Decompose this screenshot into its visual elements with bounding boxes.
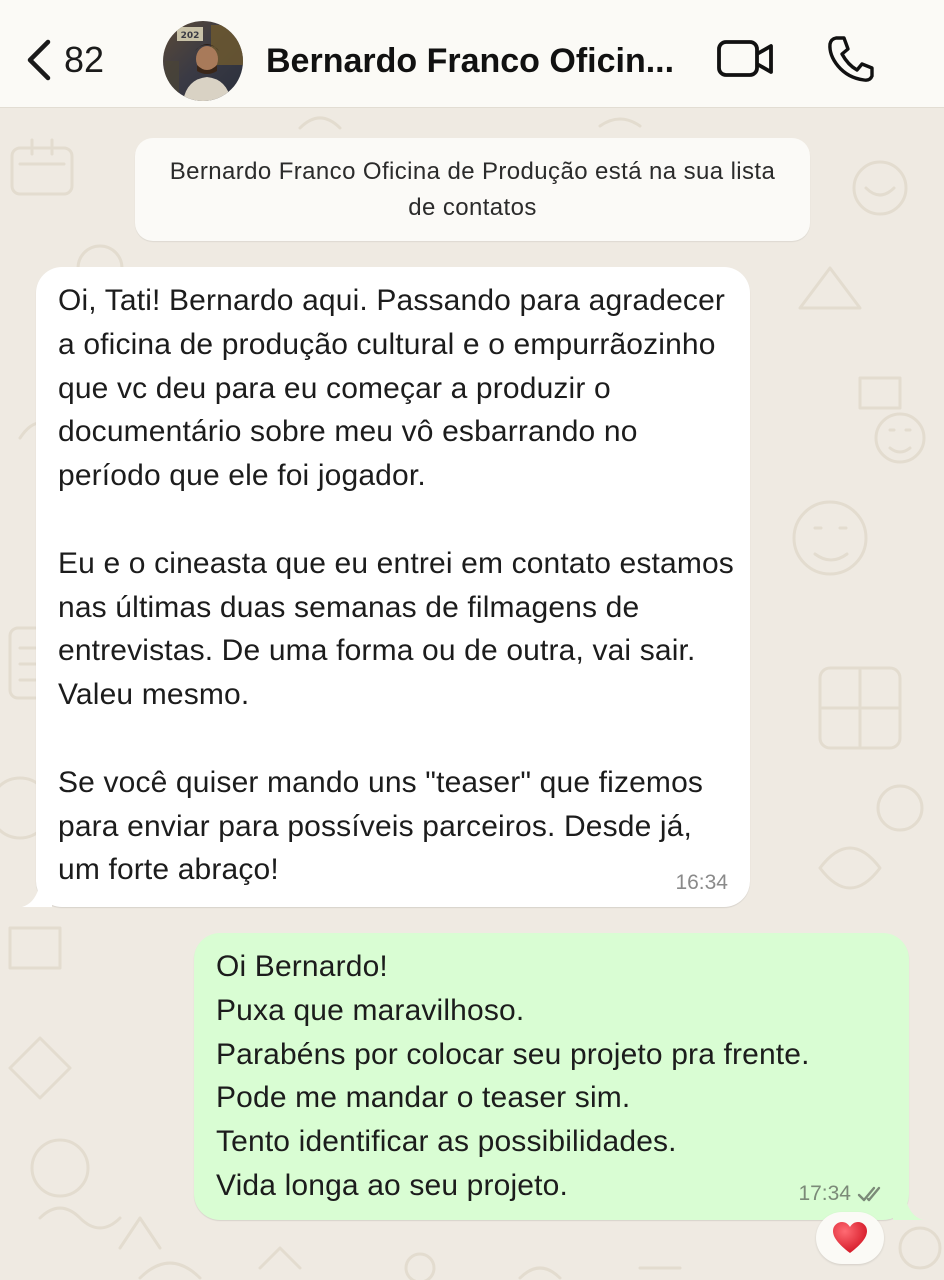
incoming-message-bubble[interactable]: Oi, Tati! Bernardo aqui. Passando para a… <box>22 267 750 907</box>
contact-name[interactable]: Bernardo Franco Oficin... <box>266 38 686 84</box>
chat-header: 82 202 Bernardo Franco Oficin... <box>0 0 944 108</box>
message-timestamp: 17:34 <box>798 1182 851 1205</box>
message-text: Oi Bernardo! Puxa que maravilhoso. Parab… <box>216 950 810 1202</box>
avatar[interactable]: 202 <box>163 21 243 101</box>
message-reaction[interactable] <box>816 1212 884 1264</box>
video-camera-icon <box>717 40 773 77</box>
unread-count: 82 <box>64 39 105 80</box>
chevron-left-icon <box>27 39 51 81</box>
message-text: Oi, Tati! Bernardo aqui. Passando para a… <box>58 284 734 887</box>
outgoing-message-bubble[interactable]: Oi Bernardo! Puxa que maravilhoso. Parab… <box>194 933 923 1220</box>
contact-info-notice-text: Bernardo Franco Oficina de Produção está… <box>169 157 776 221</box>
avatar-photo: 202 <box>163 21 243 101</box>
message-meta: 17:34 <box>798 1182 887 1206</box>
video-call-button[interactable] <box>716 36 776 87</box>
voice-call-button[interactable] <box>826 34 876 89</box>
double-check-icon <box>857 1186 881 1202</box>
message-timestamp: 16:34 <box>675 871 728 894</box>
bubble-tail <box>22 883 52 907</box>
contact-info-notice: Bernardo Franco Oficina de Produção está… <box>135 138 810 241</box>
back-button[interactable]: 82 <box>22 32 104 88</box>
avatar-sign-text: 202 <box>181 31 200 41</box>
bubble-tail <box>893 1196 923 1220</box>
phone-icon <box>828 36 874 82</box>
heart-icon <box>833 1222 867 1253</box>
